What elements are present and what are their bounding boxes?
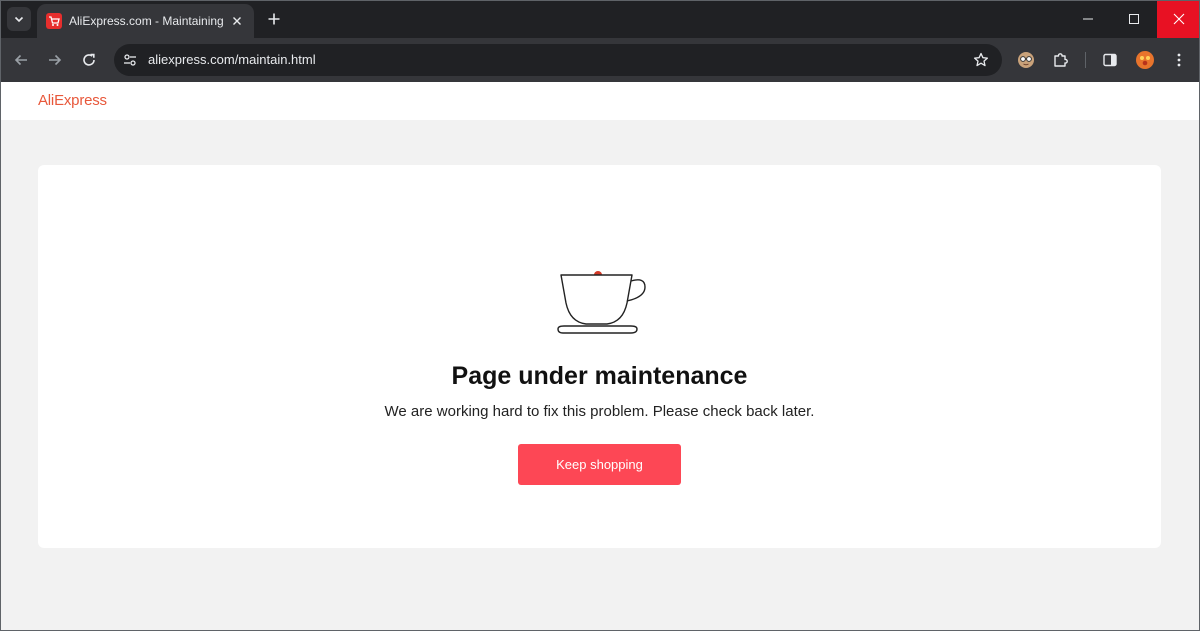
chevron-down-icon xyxy=(14,16,24,23)
tab-close-button[interactable] xyxy=(228,12,246,30)
forward-button[interactable] xyxy=(43,48,67,72)
page-title: Page under maintenance xyxy=(451,362,748,390)
browser-tab-strip: AliExpress.com - Maintaining xyxy=(0,0,1200,38)
minimize-icon xyxy=(1083,18,1093,20)
plus-icon xyxy=(268,13,280,25)
kebab-menu-icon xyxy=(1177,53,1181,67)
tab-search-button[interactable] xyxy=(7,7,31,31)
window-close-button[interactable] xyxy=(1157,0,1200,38)
back-button[interactable] xyxy=(9,48,33,72)
reload-icon xyxy=(83,53,95,66)
profile-button[interactable] xyxy=(1133,48,1157,72)
coffee-cup-icon xyxy=(557,271,646,334)
extension-button[interactable] xyxy=(1014,48,1038,72)
maintenance-card: Page under maintenance We are working ha… xyxy=(38,165,1161,548)
maximize-button[interactable] xyxy=(1111,0,1157,38)
arrow-left-icon xyxy=(14,54,27,66)
toolbar-divider xyxy=(1085,52,1086,68)
puzzle-icon xyxy=(1054,53,1068,67)
close-icon xyxy=(233,17,241,25)
site-header: AliExpress xyxy=(0,82,1200,120)
tab-active[interactable]: AliExpress.com - Maintaining xyxy=(37,4,254,38)
maintenance-message: We are working hard to fix this problem.… xyxy=(384,403,815,420)
close-icon xyxy=(1173,13,1184,25)
new-tab-button[interactable] xyxy=(264,9,284,29)
aliexpress-logo[interactable]: AliExpress xyxy=(38,92,107,109)
maximize-icon xyxy=(1129,14,1139,24)
glasses-face-icon xyxy=(1018,52,1034,68)
keep-shopping-button[interactable]: Keep shopping xyxy=(518,444,681,485)
tab-title: AliExpress.com - Maintaining xyxy=(69,14,224,28)
tune-icon xyxy=(124,54,136,66)
address-bar[interactable]: aliexpress.com/maintain.html xyxy=(114,44,1002,76)
extensions-button[interactable] xyxy=(1049,48,1073,72)
browser-toolbar: aliexpress.com/maintain.html xyxy=(0,38,1200,82)
site-info-button[interactable] xyxy=(121,51,139,69)
side-panel-icon xyxy=(1103,53,1117,67)
url-text: aliexpress.com/maintain.html xyxy=(148,52,316,67)
bookmark-button[interactable] xyxy=(972,51,990,69)
side-panel-button[interactable] xyxy=(1098,48,1122,72)
menu-button[interactable] xyxy=(1167,48,1191,72)
aliexpress-cart-icon xyxy=(46,13,62,29)
arrow-right-icon xyxy=(49,54,62,66)
avatar-icon xyxy=(1136,51,1154,69)
minimize-button[interactable] xyxy=(1065,0,1111,38)
reload-button[interactable] xyxy=(77,48,101,72)
star-icon xyxy=(973,52,989,67)
